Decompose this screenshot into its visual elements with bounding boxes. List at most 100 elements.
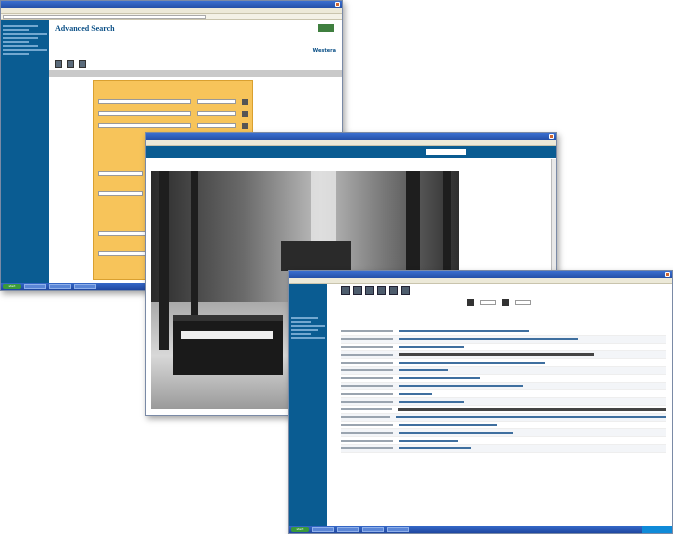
field-value[interactable] (399, 345, 464, 348)
logo-image (318, 24, 334, 32)
sidebar-item[interactable] (291, 325, 325, 327)
toolbar-icon[interactable] (55, 60, 62, 68)
field-label (341, 439, 393, 442)
start-button[interactable]: start (3, 284, 21, 289)
field-label (341, 369, 393, 372)
toolbar-icon[interactable] (353, 286, 362, 295)
taskbar-button[interactable] (387, 527, 409, 532)
search-input[interactable] (98, 111, 191, 116)
taskbar-button[interactable] (312, 527, 334, 532)
sidebar-item[interactable] (3, 53, 30, 55)
field-value[interactable] (399, 361, 546, 364)
field-value[interactable] (399, 392, 432, 395)
sidebar-item[interactable] (3, 37, 39, 39)
search-input[interactable] (426, 149, 466, 155)
sidebar-item[interactable] (3, 29, 30, 31)
field-value[interactable] (399, 423, 497, 426)
close-icon[interactable] (549, 134, 554, 139)
table-row (341, 366, 666, 375)
table-row (341, 344, 666, 352)
sidebar-item[interactable] (291, 333, 312, 335)
table-row (341, 375, 666, 383)
field-value[interactable] (399, 439, 458, 442)
toolbar-icon[interactable] (67, 60, 74, 68)
field-value[interactable] (399, 330, 529, 333)
sidebar-item[interactable] (291, 329, 319, 331)
search-row (98, 111, 248, 117)
page-input[interactable] (480, 300, 496, 305)
table-row (341, 429, 666, 438)
field-label (341, 408, 392, 411)
taskbar-button[interactable] (74, 284, 96, 289)
table-row (341, 413, 666, 422)
sidebar-item[interactable] (291, 337, 325, 339)
toolbar-icon[interactable] (377, 286, 386, 295)
sidebar-item[interactable] (3, 49, 47, 51)
taskbar-button[interactable] (337, 527, 359, 532)
go-button[interactable] (242, 123, 248, 129)
taskbar-button[interactable] (24, 284, 46, 289)
field-value (397, 407, 666, 411)
toolbar-icon[interactable] (79, 60, 86, 68)
window-titlebar[interactable] (146, 133, 556, 140)
go-button[interactable] (242, 111, 248, 117)
field-label (341, 361, 393, 364)
field-value[interactable] (399, 431, 513, 434)
field-value[interactable] (396, 416, 666, 419)
pager (467, 299, 531, 306)
table-row (341, 422, 666, 430)
filter-select[interactable] (98, 191, 143, 196)
taskbar-button[interactable] (49, 284, 71, 289)
field-label (341, 392, 393, 395)
toolbar-icon[interactable] (365, 286, 374, 295)
go-button[interactable] (242, 99, 248, 105)
sidebar-item[interactable] (3, 25, 39, 27)
sidebar-item[interactable] (291, 317, 319, 319)
prev-icon[interactable] (467, 299, 474, 306)
metadata-table (341, 328, 666, 512)
sidebar-item[interactable] (3, 33, 47, 35)
field-value[interactable] (399, 377, 481, 380)
field-value[interactable] (399, 338, 578, 341)
sidebar-item[interactable] (3, 45, 39, 47)
photo-piano (173, 315, 283, 375)
field-value (399, 353, 594, 357)
close-icon[interactable] (335, 2, 340, 7)
search-row (98, 99, 248, 105)
start-button[interactable]: start (291, 527, 309, 532)
table-row (341, 444, 666, 453)
next-icon[interactable] (502, 299, 509, 306)
window-titlebar[interactable] (289, 271, 672, 278)
photo-smoke (311, 171, 336, 241)
field-value[interactable] (399, 447, 471, 450)
sidebar-item[interactable] (291, 321, 312, 323)
taskbar-button[interactable] (362, 527, 384, 532)
filter-select[interactable] (98, 171, 143, 176)
field-label (341, 447, 393, 450)
table-row (341, 359, 666, 367)
page-title: Advanced Search (55, 24, 115, 33)
field-label (341, 377, 393, 380)
address-field[interactable] (3, 15, 207, 19)
photo-piano-keys (181, 331, 273, 339)
sidebar-item[interactable] (3, 41, 30, 43)
field-select[interactable] (197, 99, 236, 104)
window-titlebar[interactable] (1, 1, 342, 8)
field-select[interactable] (197, 111, 236, 116)
table-row (341, 437, 666, 445)
toolbar-icon[interactable] (389, 286, 398, 295)
search-input[interactable] (98, 99, 191, 104)
page-label (515, 300, 531, 305)
field-value[interactable] (399, 400, 464, 403)
field-value[interactable] (399, 369, 448, 372)
system-tray (642, 526, 672, 533)
field-select[interactable] (197, 123, 236, 128)
toolbar-icon[interactable] (341, 286, 350, 295)
close-icon[interactable] (665, 272, 670, 277)
field-value[interactable] (399, 384, 523, 387)
table-row (341, 328, 666, 336)
field-label (341, 431, 393, 434)
search-input[interactable] (98, 123, 191, 128)
toolbar-icon[interactable] (401, 286, 410, 295)
brand-logo: Westera (312, 48, 336, 54)
